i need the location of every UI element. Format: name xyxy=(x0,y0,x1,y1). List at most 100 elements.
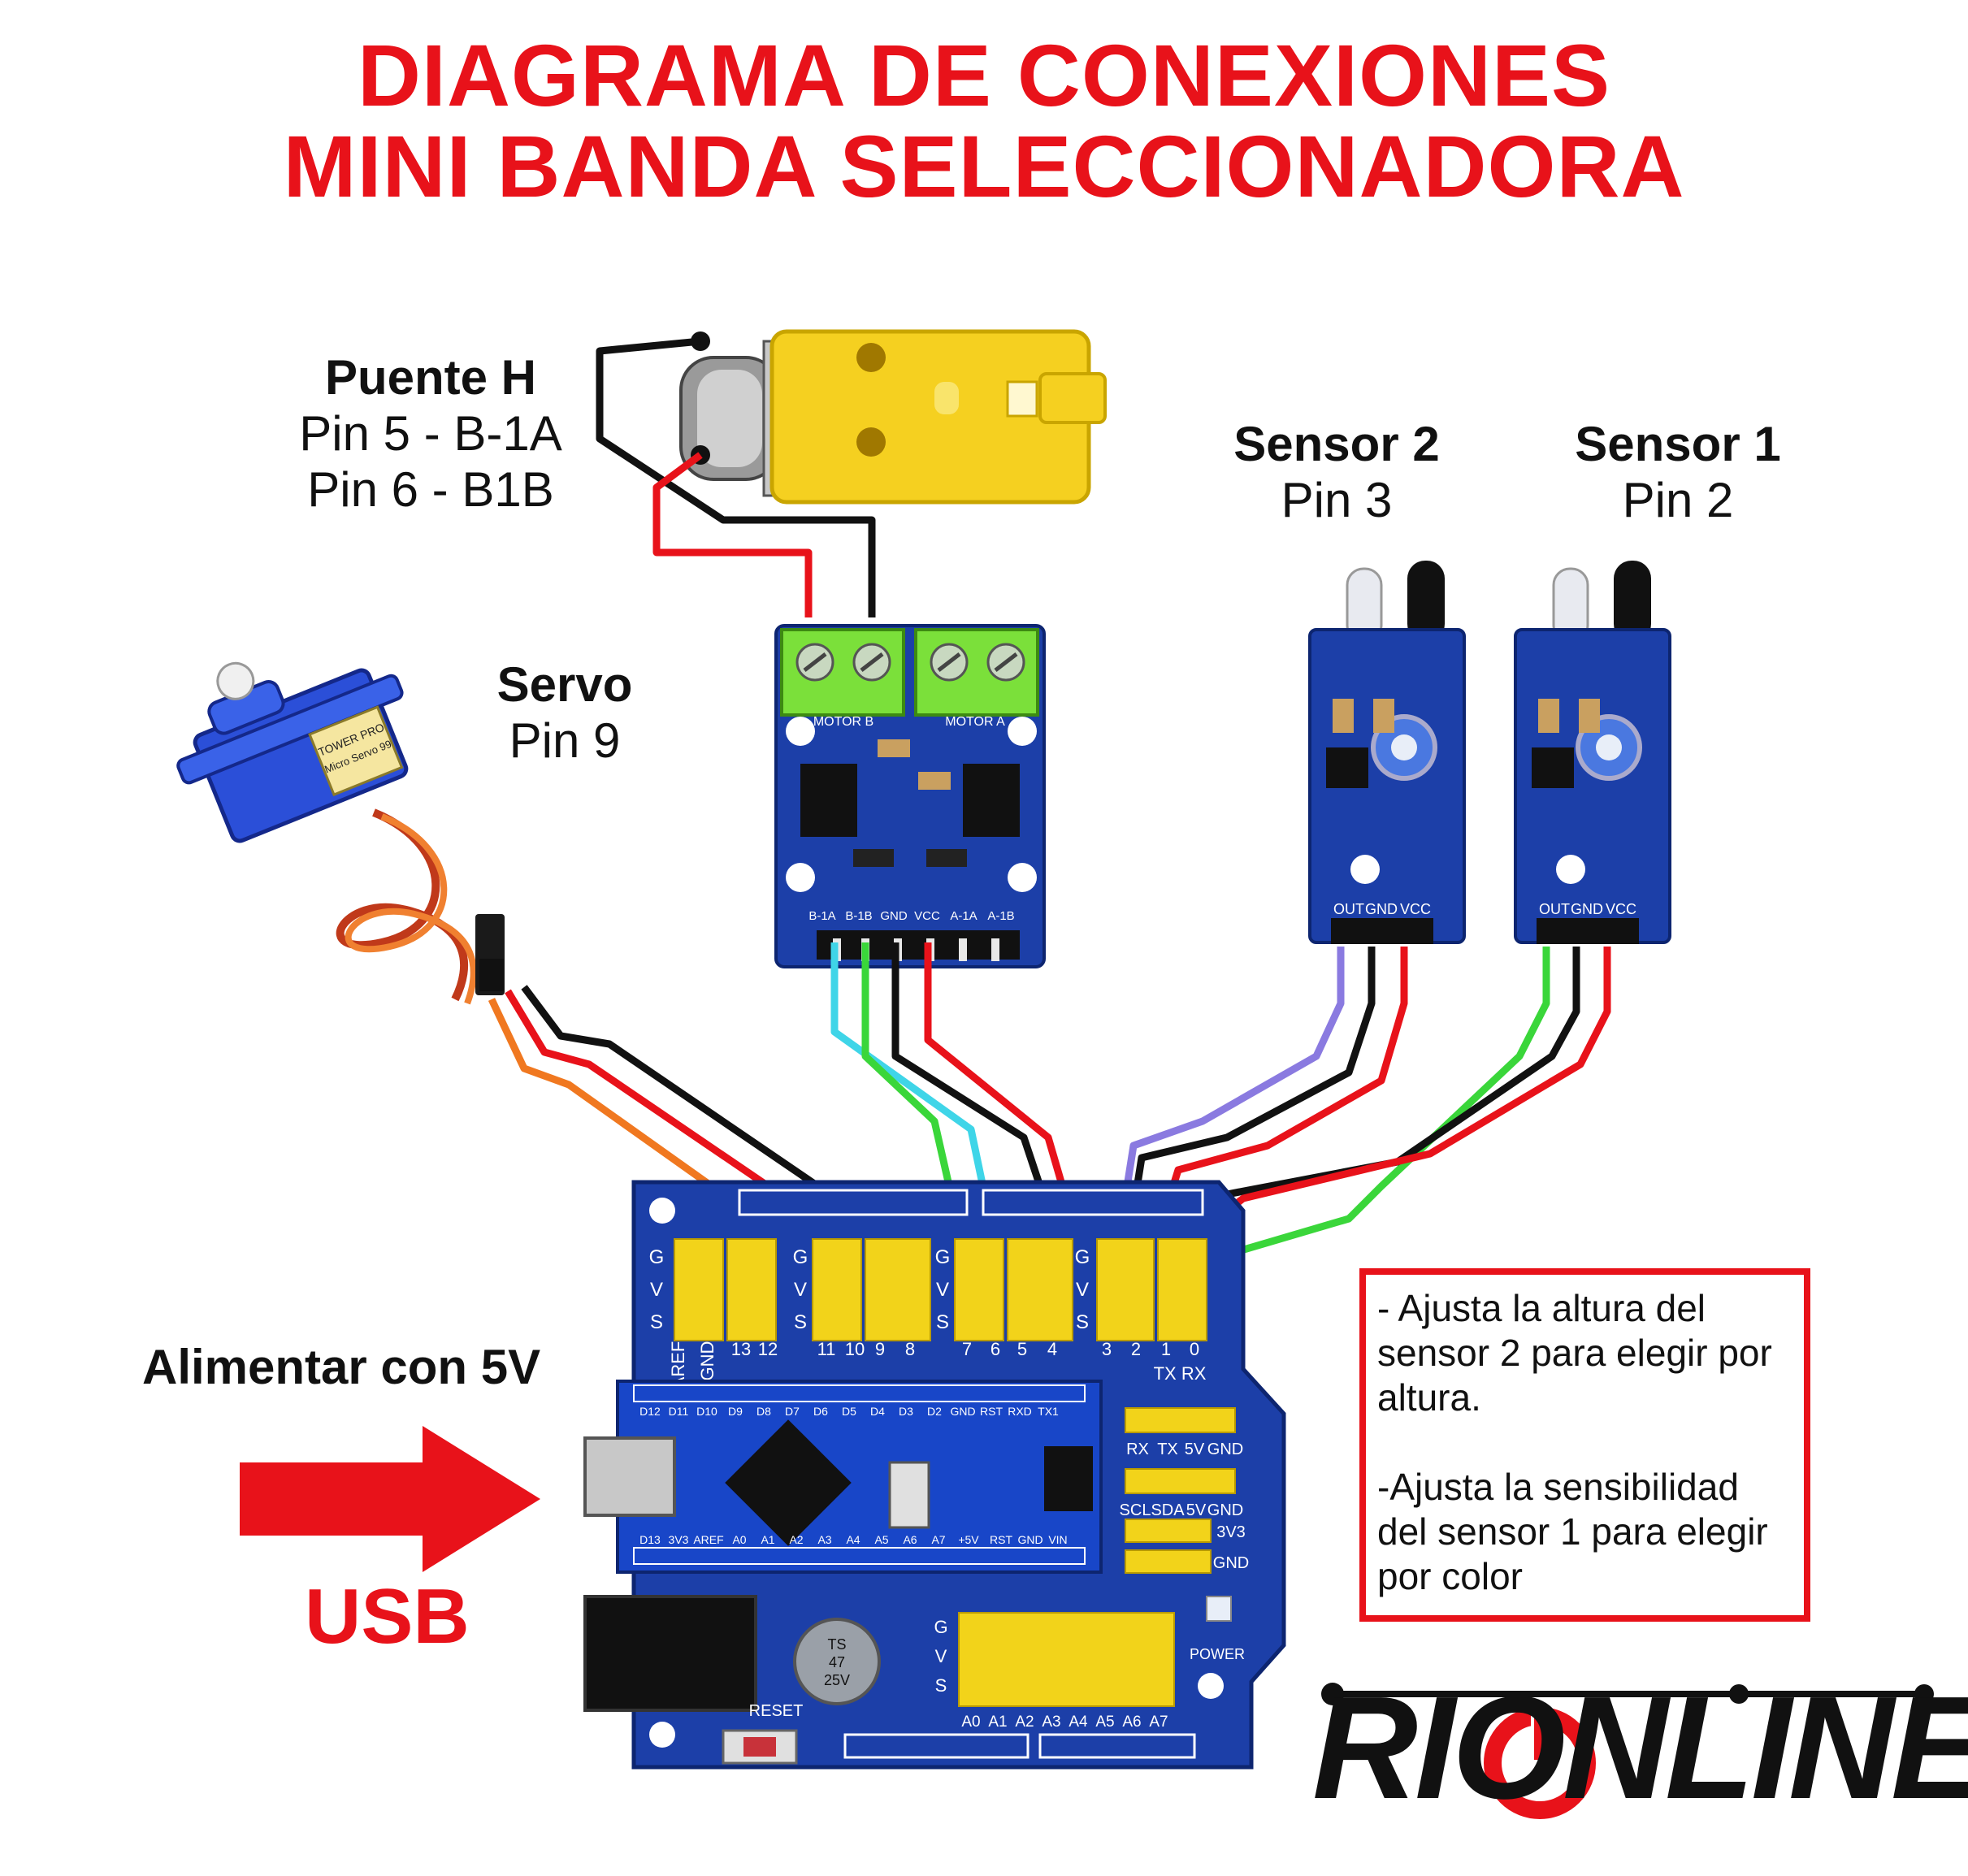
mini-usb-port xyxy=(583,1436,676,1517)
shield-power-led xyxy=(1206,1596,1232,1622)
nano-pin-d9: D9 xyxy=(728,1405,743,1418)
side-tx: TX xyxy=(1157,1441,1178,1458)
nano-pin-d10: D10 xyxy=(696,1405,717,1418)
sensor2-pin-gnd: GND xyxy=(1365,901,1398,917)
pin-label-6: 6 xyxy=(991,1339,1000,1359)
pin-label-10: 10 xyxy=(845,1339,865,1359)
capacitor-line-1: TS xyxy=(827,1636,846,1653)
nano-pin-a7: A7 xyxy=(931,1533,945,1546)
pin-label-13: 13 xyxy=(731,1339,751,1359)
sensor1-pin-gnd: GND xyxy=(1571,901,1603,917)
sensor-2-module: OUT GND VCC xyxy=(1308,561,1466,944)
nano-pin-gnd: GND xyxy=(950,1405,975,1418)
hbridge-module: MOTOR B MOTOR A B-1A B-1B GND VCC A-1A A… xyxy=(774,624,1046,968)
nano-pin-a6: A6 xyxy=(903,1533,917,1546)
servo-motor: TOWER PRO Micro Servo 99 xyxy=(176,661,505,1005)
shield-reset-button[interactable] xyxy=(722,1729,798,1765)
nano-pin-a0: A0 xyxy=(732,1533,746,1546)
analog-a2: A2 xyxy=(1015,1714,1034,1731)
nano-pin-d11: D11 xyxy=(669,1405,689,1418)
gvs-g-1: G xyxy=(649,1246,665,1268)
analog-a6: A6 xyxy=(1122,1714,1141,1731)
nano-pin-d3: D3 xyxy=(899,1405,913,1418)
nano-pin-3v3: 3V3 xyxy=(669,1533,689,1546)
gvs-g-2: G xyxy=(793,1246,808,1268)
gvs-g-analog: G xyxy=(934,1617,947,1637)
pin-label-11: 11 xyxy=(817,1339,836,1359)
nano-pin-d13: D13 xyxy=(639,1533,661,1546)
nano-pin-d6: D6 xyxy=(813,1405,828,1418)
nano-pin-d2: D2 xyxy=(927,1405,942,1418)
nano-pin-a4: A4 xyxy=(846,1533,860,1546)
gvs-v-1: V xyxy=(650,1279,663,1301)
sensor1-pin-vcc: VCC xyxy=(1606,901,1636,917)
sensor1-pin-out: OUT xyxy=(1539,901,1570,917)
shield-reset-label: RESET xyxy=(749,1702,804,1720)
side-gnd: GND xyxy=(1207,1441,1243,1458)
nano-pin-a2: A2 xyxy=(789,1533,803,1546)
nano-pin-a3: A3 xyxy=(817,1533,831,1546)
nano-pin-aref: AREF xyxy=(693,1533,723,1546)
gvs-s-3: S xyxy=(936,1311,949,1333)
pin-label-2: 2 xyxy=(1131,1339,1141,1359)
analog-a7: A7 xyxy=(1149,1714,1168,1731)
nano-pin-5v: +5V xyxy=(958,1533,979,1546)
pin-label-3: 3 xyxy=(1102,1339,1112,1359)
nano-pin-d8: D8 xyxy=(756,1405,771,1418)
gvs-g-3: G xyxy=(935,1246,951,1268)
side-gnd-3: GND xyxy=(1213,1554,1249,1572)
shield-analog-header: G V S A0 A1 A2 A3 A4 A5 A6 A7 xyxy=(934,1612,1175,1731)
nano-pin-a5: A5 xyxy=(874,1533,888,1546)
hbridge-motor-a-label: MOTOR A xyxy=(945,715,1005,729)
rionline-logo: RIONLINE xyxy=(1312,1666,1968,1830)
gvs-g-4: G xyxy=(1075,1246,1090,1268)
capacitor-line-3: 25V xyxy=(824,1672,850,1688)
pin-label-tx-rx: TX RX xyxy=(1154,1363,1207,1384)
pin-label-gnd: GND xyxy=(697,1341,717,1381)
analog-a1: A1 xyxy=(988,1714,1007,1731)
capacitor-line-2: 47 xyxy=(829,1654,845,1670)
diagram-canvas: MOTOR B MOTOR A B-1A B-1B GND VCC A-1A A… xyxy=(0,0,1968,1876)
usb-arrow xyxy=(240,1426,540,1572)
analog-a3: A3 xyxy=(1042,1714,1060,1731)
nano-reset-button[interactable] xyxy=(888,1461,930,1529)
nano-pin-a1: A1 xyxy=(761,1533,774,1546)
gvs-v-3: V xyxy=(936,1279,949,1301)
nano-pin-rst-2: RST xyxy=(990,1533,1012,1546)
shield-power-label: POWER xyxy=(1190,1646,1245,1662)
nano-pin-rst: RST xyxy=(980,1405,1003,1418)
hbridge-pin-vcc: VCC xyxy=(914,909,940,923)
nano-pin-d5: D5 xyxy=(842,1405,856,1418)
gvs-v-4: V xyxy=(1076,1279,1089,1301)
capacitor: TS 47 25V xyxy=(793,1618,881,1705)
side-scl: SCL xyxy=(1120,1501,1151,1519)
side-3v3: 3V3 xyxy=(1216,1523,1246,1541)
gvs-v-analog: V xyxy=(935,1646,947,1666)
analog-a5: A5 xyxy=(1095,1714,1114,1731)
pin-label-1: 1 xyxy=(1161,1339,1171,1359)
analog-a4: A4 xyxy=(1069,1714,1088,1731)
gvs-s-4: S xyxy=(1076,1311,1089,1333)
pin-label-9: 9 xyxy=(875,1339,885,1359)
arduino-nano: D12 D11 D10 D9 D8 D7 D6 D5 D4 D3 D2 GND … xyxy=(583,1380,1103,1574)
nano-pin-tx1: TX1 xyxy=(1038,1405,1059,1418)
nano-pin-d4: D4 xyxy=(870,1405,885,1418)
hbridge-terminal-b xyxy=(780,628,905,717)
hbridge-motor-b-label: MOTOR B xyxy=(813,715,873,729)
analog-a0: A0 xyxy=(961,1714,980,1731)
gvs-s-analog: S xyxy=(935,1675,947,1696)
pin-label-0: 0 xyxy=(1190,1339,1199,1359)
gvs-v-2: V xyxy=(794,1279,807,1301)
hbridge-pin-a1a: A-1A xyxy=(950,909,977,923)
hbridge-pin-gnd: GND xyxy=(880,909,908,923)
sensor2-pin-out: OUT xyxy=(1333,901,1364,917)
nano-pin-gnd-2: GND xyxy=(1017,1533,1043,1546)
dc-power-jack xyxy=(583,1595,757,1712)
pin-label-8: 8 xyxy=(905,1339,915,1359)
pin-label-5: 5 xyxy=(1017,1339,1027,1359)
side-5v: 5V xyxy=(1185,1441,1205,1458)
hbridge-pin-b1a: B-1A xyxy=(808,909,835,923)
side-gnd-2: GND xyxy=(1207,1501,1243,1519)
side-rx: RX xyxy=(1126,1441,1149,1458)
sensor-1-module: OUT GND VCC xyxy=(1514,561,1671,944)
